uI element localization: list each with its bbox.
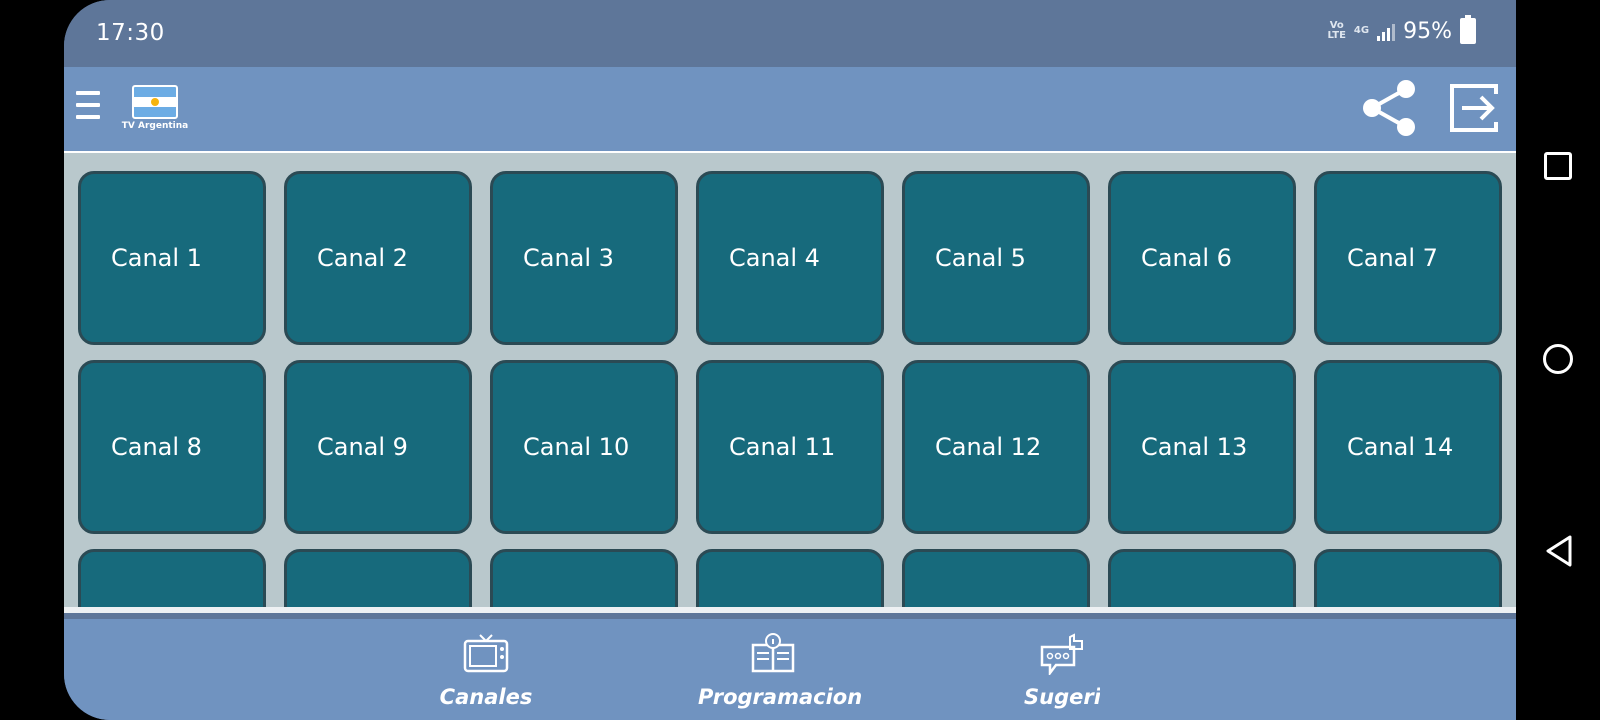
channel-label: Canal 12 [935, 433, 1042, 461]
battery-percent: 95% [1403, 18, 1452, 44]
channel-tile[interactable] [490, 549, 678, 607]
channel-tile[interactable] [696, 549, 884, 607]
channel-tile[interactable]: Canal 11 [696, 360, 884, 534]
channel-tile[interactable] [1314, 549, 1502, 607]
channel-tile[interactable]: Canal 12 [902, 360, 1090, 534]
nav-programacion[interactable]: Programacion [698, 633, 863, 709]
nav-label-sugerir: Sugerir [1024, 685, 1100, 709]
signal-icon [1377, 21, 1396, 41]
back-icon[interactable] [1544, 534, 1574, 568]
feedback-chat-icon [1040, 633, 1083, 677]
channel-tile[interactable]: Canal 6 [1108, 171, 1296, 345]
share-icon[interactable] [1358, 77, 1420, 139]
channel-label: Canal 11 [729, 433, 836, 461]
channel-label: Canal 10 [523, 433, 630, 461]
network-type-icon: 4G [1353, 25, 1370, 36]
channel-label: Canal 6 [1141, 244, 1232, 272]
channel-tile[interactable]: Canal 5 [902, 171, 1090, 345]
nav-sugerir[interactable]: Sugerir [1024, 633, 1100, 709]
channel-tile[interactable] [902, 549, 1090, 607]
channel-grid: Canal 1 Canal 2 Canal 3 Canal 4 Canal 5 Canal… [78, 171, 1502, 607]
recent-apps-icon[interactable] [1544, 152, 1572, 180]
channel-label: Canal 3 [523, 244, 614, 272]
guide-book-icon [751, 633, 795, 673]
channel-tile[interactable]: Canal 7 [1314, 171, 1502, 345]
channel-tile[interactable]: Canal 9 [284, 360, 472, 534]
channel-tile[interactable]: Canal 1 [78, 171, 266, 345]
bottom-navigation: Canales Programacion Sugerir [64, 619, 1516, 720]
channel-tile[interactable]: Canal 8 [78, 360, 266, 534]
channel-label: Canal 7 [1347, 244, 1438, 272]
channel-tile[interactable]: Canal 2 [284, 171, 472, 345]
channel-tile[interactable]: Canal 3 [490, 171, 678, 345]
battery-icon [1460, 15, 1476, 44]
channel-tile[interactable] [284, 549, 472, 607]
channel-label: Canal 8 [111, 433, 202, 461]
nav-canales[interactable]: Canales [436, 633, 536, 709]
channel-tile[interactable]: Canal 14 [1314, 360, 1502, 534]
channel-grid-area[interactable]: Canal 1 Canal 2 Canal 3 Canal 4 Canal 5 Canal… [64, 151, 1516, 613]
channel-label: Canal 5 [935, 244, 1026, 272]
channel-label: Canal 14 [1347, 433, 1454, 461]
nav-label-programacion: Programacion [698, 685, 863, 709]
channel-tile[interactable]: Canal 4 [696, 171, 884, 345]
app-logo: TV Argentina [120, 85, 190, 135]
exit-icon[interactable] [1448, 82, 1500, 134]
tv-icon [463, 634, 509, 673]
tv-flag-icon [132, 85, 178, 119]
status-icons: Vo LTE 4G 95% [1327, 15, 1476, 44]
status-bar: 17:30 Vo LTE 4G 95% [64, 0, 1516, 67]
nav-label-canales: Canales [439, 685, 533, 709]
volte-icon: Vo LTE [1327, 20, 1346, 41]
channel-tile[interactable]: Canal 13 [1108, 360, 1296, 534]
channel-label: Canal 4 [729, 244, 820, 272]
home-icon[interactable] [1543, 344, 1573, 374]
menu-icon[interactable] [76, 91, 100, 125]
system-navigation-bar [1516, 0, 1600, 720]
channel-label: Canal 2 [317, 244, 408, 272]
channel-tile[interactable] [78, 549, 266, 607]
channel-label: Canal 13 [1141, 433, 1248, 461]
channel-tile[interactable]: Canal 10 [490, 360, 678, 534]
app-bar: TV Argentina [64, 67, 1516, 151]
channel-label: Canal 9 [317, 433, 408, 461]
channel-label: Canal 1 [111, 244, 202, 272]
logo-label: TV Argentina [121, 121, 189, 131]
status-time: 17:30 [96, 20, 165, 46]
phone-screen: 17:30 Vo LTE 4G 95% TV Argentina Canal 1… [64, 0, 1516, 720]
channel-tile[interactable] [1108, 549, 1296, 607]
